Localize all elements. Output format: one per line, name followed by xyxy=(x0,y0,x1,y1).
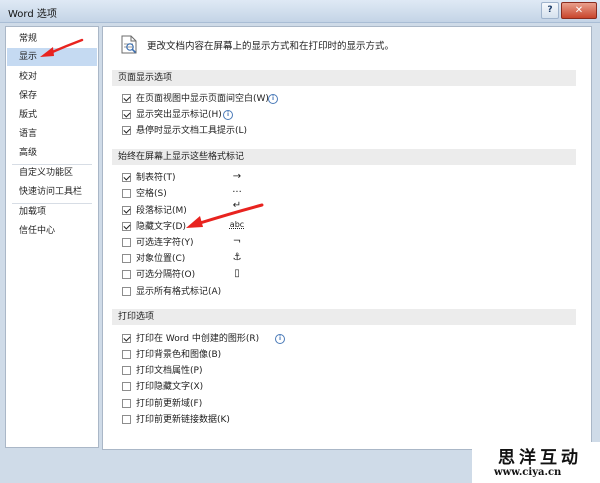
arrow-head-display xyxy=(40,47,54,57)
annotation-arrows xyxy=(40,38,264,228)
watermark-name: 思洋互动 xyxy=(498,448,582,468)
watermark-url: www.ciya.cn xyxy=(494,467,562,478)
arrow-to-display xyxy=(48,38,84,55)
watermark: 思洋互动 www.ciya.cn xyxy=(472,442,600,483)
arrow-to-hidden-text xyxy=(198,203,264,225)
arrow-head-hidden-text xyxy=(186,216,203,228)
